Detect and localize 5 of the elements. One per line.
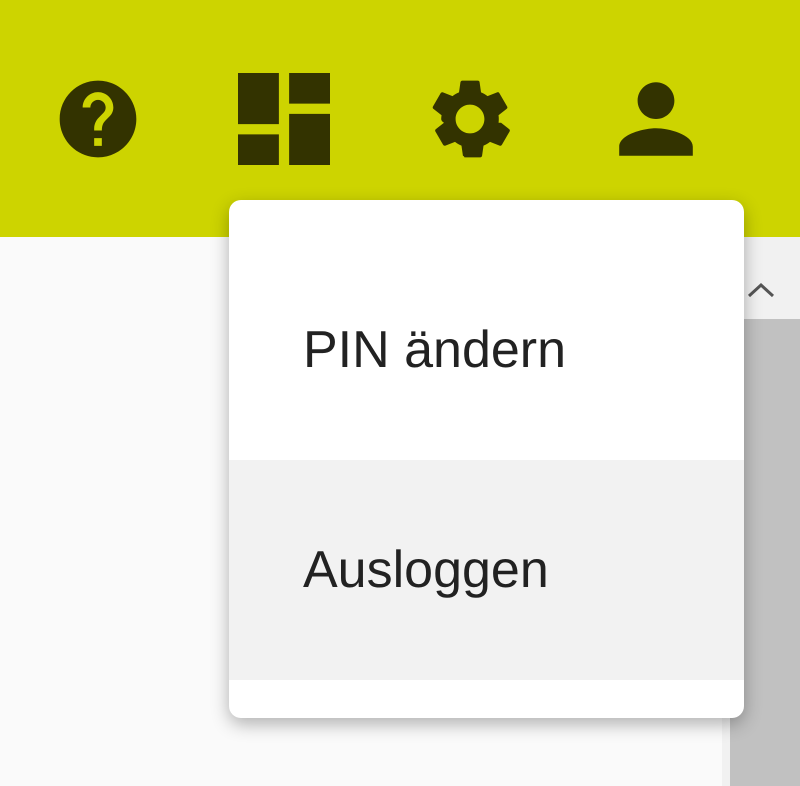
dashboard-button[interactable] (236, 70, 332, 166)
scroll-up-icon[interactable] (746, 281, 776, 299)
menu-item[interactable]: Ausloggen (229, 460, 744, 680)
dashboard-icon (238, 72, 330, 164)
menu-item[interactable]: PIN ändern (229, 240, 744, 460)
